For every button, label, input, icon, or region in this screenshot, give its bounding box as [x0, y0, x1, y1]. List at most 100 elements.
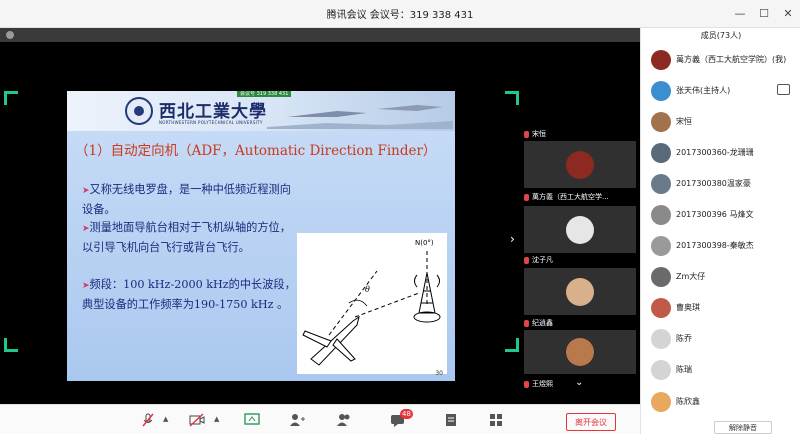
window-title: 腾讯会议 会议号：319 338 431: [326, 10, 474, 21]
member-name: 萬方義（西工大航空学院）(我): [676, 55, 787, 64]
avatar: [651, 236, 671, 256]
info-icon[interactable]: [6, 31, 14, 39]
aircraft-icon: [302, 315, 360, 366]
video-tile[interactable]: [524, 141, 636, 188]
mic-muted-icon: [524, 319, 529, 327]
unmute-all-button[interactable]: 解除静音: [714, 421, 772, 434]
video-name: 沈子凡: [524, 255, 636, 265]
bullet-arrow-icon: ➤: [82, 224, 90, 234]
close-button[interactable]: ✕: [782, 7, 794, 20]
invite-button[interactable]: [287, 411, 307, 429]
adf-diagram-drawing: N(0°) θ: [302, 239, 441, 366]
adf-diagram: N(0°) θ: [297, 233, 447, 374]
video-name: 纪逍鑫: [524, 318, 636, 328]
share-frame-corner: [4, 338, 18, 352]
member-row[interactable]: 萬方義（西工大航空学院）(我): [640, 46, 800, 77]
video-tile[interactable]: [524, 330, 636, 374]
leave-meeting-button[interactable]: 离开会议: [566, 413, 616, 431]
video-options-icon[interactable]: ▲: [214, 415, 219, 423]
aircraft-banner-image: [267, 105, 453, 129]
avatar: [651, 112, 671, 132]
avatar: [566, 277, 594, 306]
member-row[interactable]: 张天伟(主持人): [640, 77, 800, 108]
member-name: 2017300396 马烽文: [676, 210, 754, 219]
members-button[interactable]: [334, 411, 354, 429]
member-name: 曹奥琪: [676, 303, 700, 312]
member-row[interactable]: 2017300360-龙珊珊: [640, 139, 800, 170]
avatar: [651, 298, 671, 318]
slide-page-number: 30: [435, 370, 443, 377]
avatar: [651, 329, 671, 349]
avatar: [651, 267, 671, 287]
presentation-slide: 西北工業大學 NORTHWESTERN POLYTECHNICAL UNIVER…: [67, 91, 455, 381]
member-name: 2017300360-龙珊珊: [676, 148, 754, 157]
meeting-toolbar: [0, 404, 640, 434]
members-header: 成员(73人): [700, 31, 742, 40]
screen-share-status-icon: [777, 84, 790, 95]
maximize-button[interactable]: ☐: [758, 7, 770, 20]
apps-grid-icon: [490, 414, 502, 426]
scroll-down-icon[interactable]: ⌄: [575, 377, 583, 388]
meeting-info-bar: [0, 28, 640, 42]
member-row[interactable]: 陈瑞: [640, 356, 800, 387]
unread-badge: 48: [400, 409, 413, 419]
theta-label: θ: [365, 285, 370, 294]
member-name: Zm大仔: [676, 272, 706, 281]
video-tile[interactable]: [524, 206, 636, 253]
member-name: 陈乔: [676, 334, 692, 343]
video-name: 萬方義（西工大航空学...: [524, 192, 636, 202]
mic-options-icon[interactable]: ▲: [163, 415, 168, 423]
screen-share-button[interactable]: [242, 411, 262, 429]
bullet-arrow-icon: ➤: [82, 281, 90, 291]
member-row[interactable]: 宋恒: [640, 108, 800, 139]
mic-muted-icon: [524, 193, 529, 201]
screen-share-icon: [244, 413, 260, 425]
avatar: [566, 338, 594, 366]
north-label: N(0°): [415, 239, 434, 247]
video-off-button[interactable]: [187, 411, 207, 429]
documents-button[interactable]: [441, 411, 461, 429]
video-name: 宋恒: [524, 129, 636, 139]
minimize-button[interactable]: —: [734, 7, 746, 20]
title-bar: 腾讯会议 会议号：319 338 431 — ☐ ✕: [0, 0, 800, 28]
share-frame-corner: [505, 338, 519, 352]
avatar: [651, 174, 671, 194]
member-name: 张天伟(主持人): [676, 86, 731, 95]
university-logo: [125, 97, 153, 125]
mic-muted-icon: [524, 256, 529, 264]
member-name: 宋恒: [676, 117, 692, 126]
bullet-item: ➤频段：100 kHz-2000 kHz的中长波段，典型设备的工作频率为190-…: [82, 278, 296, 311]
member-name: 陈欣鑫: [676, 397, 700, 406]
mic-icon: [142, 413, 154, 427]
camera-icon: [189, 413, 205, 427]
member-row[interactable]: 曹奥琪: [640, 294, 800, 325]
apps-button[interactable]: [486, 411, 506, 429]
member-row[interactable]: Zm大仔: [640, 263, 800, 294]
avatar: [651, 143, 671, 163]
member-row[interactable]: 陈乔: [640, 325, 800, 356]
bullet-item: ➤测量地面导航台相对于飞机纵轴的方位，以引导飞机向台飞行或背台飞行。: [82, 221, 291, 254]
member-row[interactable]: 2017300398-秦敏杰: [640, 232, 800, 263]
share-frame-corner: [505, 91, 519, 105]
bullet-arrow-icon: ➤: [82, 186, 90, 196]
mic-muted-icon: [524, 130, 529, 138]
member-name: 陈瑞: [676, 365, 692, 374]
avatar: [566, 215, 594, 244]
university-name-en: NORTHWESTERN POLYTECHNICAL UNIVERSITY: [159, 120, 263, 125]
avatar: [566, 150, 594, 179]
member-row[interactable]: 陈欣鑫: [640, 388, 800, 419]
bearing-line: [354, 292, 420, 318]
university-name: 西北工業大學: [159, 102, 267, 122]
document-icon: [446, 414, 456, 426]
members-icon: [337, 414, 350, 426]
bullet-item: ➤又称无线电罗盘，是一种中低频近程测向设备。: [82, 183, 291, 216]
mic-muted-button[interactable]: [138, 411, 158, 429]
avatar: [651, 392, 671, 412]
avatar: [651, 360, 671, 380]
member-name: 2017300398-秦敏杰: [676, 241, 754, 250]
member-row[interactable]: 2017300396 马烽文: [640, 201, 800, 232]
slide-banner: 西北工業大學 NORTHWESTERN POLYTECHNICAL UNIVER…: [67, 91, 455, 131]
expand-video-panel-icon[interactable]: ›: [510, 232, 515, 246]
video-tile[interactable]: [524, 268, 636, 315]
member-row[interactable]: 2017300380温家豪: [640, 170, 800, 201]
